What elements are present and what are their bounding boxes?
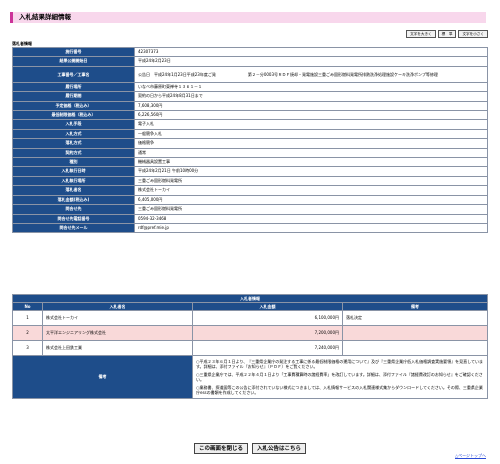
bid-amount: 7,240,000円 <box>192 340 343 356</box>
info-row: 種別 機械器具設置工事 <box>12 157 488 168</box>
info-value: 42307373 <box>134 46 488 58</box>
bidder-table-title: 入札者情報 <box>12 294 488 303</box>
page-header: 入札結果詳細情報 <box>10 12 486 23</box>
info-value: 三重ごみ固形燃料発電所 <box>134 204 488 215</box>
table-row: 2 太平洋エンジニアリング株式会社 7,200,000円 <box>12 325 488 341</box>
info-row: 履行場所 いなべ市藤原町東禅寺１３６１－１ <box>12 81 488 93</box>
bid-amount: 6,100,000円 <box>192 310 343 326</box>
info-row: 入札執行日時 平成24年2月21日 午前10時00分 <box>12 166 488 177</box>
info-row: 履行期間 契約の日から平成24年8月31日まで <box>12 91 488 102</box>
font-large-button[interactable]: 文字を大きく <box>406 30 436 38</box>
bid-note: 落札決定 <box>342 310 488 326</box>
bid-name: 株式会社上田鉄工業 <box>42 340 193 356</box>
info-value: 6,226,560円 <box>134 110 488 121</box>
info-row: 落札方式 価格競争 <box>12 138 488 149</box>
info-value: 三重ごみ固形燃料発電所 <box>134 175 488 187</box>
info-value: 7,608,300円 <box>134 100 488 112</box>
info-label: 最低制限価格（税込み） <box>12 110 135 121</box>
bid-note <box>342 325 488 341</box>
info-label: 結果公開開始日 <box>12 56 135 67</box>
info-value: 通常 <box>134 147 488 159</box>
info-label: 工事番号／工事名 <box>12 65 135 83</box>
info-label: 落札方式 <box>12 138 135 149</box>
info-value: 0594-32-3468 <box>134 213 488 224</box>
bid-no: 3 <box>12 340 43 356</box>
info-row: 問合せ先電話番号 0594-32-3468 <box>12 213 488 224</box>
info-row: 施行番号 42307373 <box>12 46 488 58</box>
info-label: 履行場所 <box>12 81 135 93</box>
col-header-no: No <box>12 302 43 311</box>
table-row: 3 株式会社上田鉄工業 7,240,000円 <box>12 340 488 356</box>
remark-text: ○三重県企業庁では、平成２２年４月１日より「工事費積算時の諸経費率」を改訂してい… <box>196 372 483 382</box>
info-value: 一般競争入札 <box>134 128 488 140</box>
info-label: 入札執行日時 <box>12 166 135 177</box>
info-row: 入札手段 電子入札 <box>12 119 488 130</box>
info-row: 最低制限価格（税込み） 6,226,560円 <box>12 110 488 121</box>
bid-note <box>342 340 488 356</box>
font-small-button[interactable]: 文字を小さく <box>458 30 488 38</box>
info-label: 入札手段 <box>12 119 135 130</box>
remark-text: ○平成２３年６月１日より、『三重県企業庁の発注する工事に係る最低制限価格の運用に… <box>196 359 484 369</box>
font-size-controls: 文字を大きく 標 準 文字を小さく <box>406 30 488 38</box>
bid-name: 株式会社トーカイ <box>42 310 193 326</box>
info-row: 問合せ先メール rdf@pref.mie.jp <box>12 222 488 234</box>
info-value: 機械器具設置工事 <box>134 157 488 168</box>
bid-name: 太平洋エンジニアリング株式会社 <box>42 325 193 341</box>
info-label: 施行番号 <box>12 46 135 58</box>
info-value: 6,405,000円 <box>134 194 488 206</box>
info-label: 落札金額(税込み) <box>12 194 135 206</box>
col-header-name: 入札者名 <box>42 302 193 311</box>
bid-notice-button[interactable]: 入札公告はこちら <box>252 443 307 454</box>
info-value: 契約の日から平成24年8月31日まで <box>134 91 488 102</box>
info-label: 種別 <box>12 157 135 168</box>
info-value: 平成24年2月23日 <box>134 56 488 67</box>
remarks: ○平成２３年６月１日より、『三重県企業庁の発注する工事に係る最低制限価格の運用に… <box>192 355 488 399</box>
bid-amount: 7,200,000円 <box>192 325 343 341</box>
font-standard-button[interactable]: 標 準 <box>437 30 457 38</box>
info-value: 価格競争 <box>134 138 488 149</box>
bidder-table: 入札者情報 No 入札者名 入札金額 備考 1 株式会社トーカイ 6,100,0… <box>12 294 488 399</box>
info-value: いなべ市藤原町東禅寺１３６１－１ <box>134 81 488 93</box>
info-value: 公告日 平成24年1月23日平成23年度ご発 第２－分0003号ＲＤＦ焼却・発電… <box>134 65 488 83</box>
info-label: 入札執行場所 <box>12 175 135 187</box>
info-row: 工事番号／工事名 公告日 平成24年1月23日平成23年度ご発 第２－分0003号… <box>12 65 488 83</box>
info-row: 落札金額(税込み) 6,405,000円 <box>12 194 488 206</box>
info-row: 予定価格（税込み） 7,608,300円 <box>12 100 488 112</box>
info-value: 株式会社トーカイ <box>134 185 488 196</box>
info-value: 平成24年2月21日 午前10時00分 <box>134 166 488 177</box>
info-row: 入札執行場所 三重ごみ固形燃料発電所 <box>12 175 488 187</box>
awardee-info-table: 施行番号 42307373 結果公開開始日 平成24年2月23日 工事番号／工事名 公告日… <box>12 46 488 234</box>
bid-no: 2 <box>12 325 43 341</box>
info-label: 入札方式 <box>12 128 135 140</box>
info-row: 落札者名 株式会社トーカイ <box>12 185 488 196</box>
remark-text: ○業務書、探道図等この公告に添付されていない様式につきましては、入札情報サービス… <box>196 385 483 395</box>
info-label: 予定価格（税込み） <box>12 100 135 112</box>
footer-buttons: この画面を閉じる 入札公告はこちら <box>0 443 500 454</box>
info-row: 問合せ先 三重ごみ固形燃料発電所 <box>12 204 488 215</box>
close-window-button[interactable]: この画面を閉じる <box>193 443 248 454</box>
col-header-note: 備考 <box>342 302 488 311</box>
remarks-label: 備考 <box>12 355 193 399</box>
page-title: 入札結果詳細情報 <box>19 13 71 21</box>
info-label: 落札者名 <box>12 185 135 196</box>
info-row: 入札方式 一般競争入札 <box>12 128 488 140</box>
info-value: rdf@pref.mie.jp <box>134 222 488 234</box>
info-label: 契約方式 <box>12 147 135 159</box>
info-label: 問合せ先電話番号 <box>12 213 135 224</box>
bid-no: 1 <box>12 310 43 326</box>
table-row: 1 株式会社トーカイ 6,100,000円 落札決定 <box>12 310 488 326</box>
page-top-link[interactable]: △ページトップへ <box>455 453 486 459</box>
info-value: 電子入札 <box>134 119 488 130</box>
info-label: 問合せ先 <box>12 204 135 215</box>
col-header-amount: 入札金額 <box>192 302 343 311</box>
info-label: 履行期間 <box>12 91 135 102</box>
info-row: 結果公開開始日 平成24年2月23日 <box>12 56 488 67</box>
info-label: 問合せ先メール <box>12 222 135 234</box>
info-row: 契約方式 通常 <box>12 147 488 159</box>
